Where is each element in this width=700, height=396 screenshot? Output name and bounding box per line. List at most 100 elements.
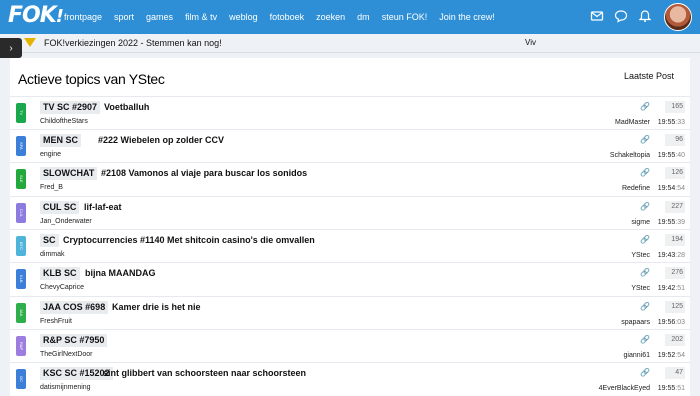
topic-row[interactable]: CUL CUL SC lif-laf-eat Jan_Onderwater 🔗 … xyxy=(10,196,690,230)
topic-title[interactable]: #222 Wiebelen op zolder CCV xyxy=(98,134,224,147)
topic-starter[interactable]: ChevyCaprice xyxy=(40,284,84,291)
link-icon[interactable]: 🔗 xyxy=(640,135,650,144)
logo-text: FOK xyxy=(8,3,57,28)
ticker-bar: FOK!verkiezingen 2022 - Stemmen kan nog!… xyxy=(14,35,700,53)
forum-label[interactable]: TV SC #2907 xyxy=(40,101,101,114)
sidebar-toggle-button[interactable]: › xyxy=(0,38,22,58)
bell-icon[interactable] xyxy=(638,9,652,23)
last-poster[interactable]: YStec xyxy=(631,285,650,292)
forum-badge: KLB xyxy=(16,269,26,289)
link-icon[interactable]: 🔗 xyxy=(640,102,650,111)
topic-row[interactable]: SPA MEN SC #222 Wiebelen op zolder CCV e… xyxy=(10,129,690,163)
forum-label[interactable]: MEN SC xyxy=(40,134,82,147)
nav-frontpage[interactable]: frontpage xyxy=(64,12,102,22)
topic-row[interactable]: TV TV SC #2907 Voetballuh ChildoftheStar… xyxy=(10,96,690,130)
topic-starter[interactable]: dimmak xyxy=(40,251,65,258)
fok-logo[interactable]: FOK! xyxy=(8,3,64,31)
topic-row[interactable]: JAA JAA COS #698 Kamer drie is het nie F… xyxy=(10,296,690,330)
topic-starter[interactable]: TheGirlNextDoor xyxy=(40,351,93,358)
last-poster[interactable]: Redefine xyxy=(622,185,650,192)
nav-weblog[interactable]: weblog xyxy=(229,12,258,22)
time-seconds: :54 xyxy=(675,185,685,192)
last-poster[interactable]: spapaars xyxy=(621,319,650,326)
forum-label[interactable]: R&P SC #7950 xyxy=(40,334,108,347)
last-poster[interactable]: sigme xyxy=(631,219,650,226)
topic-starter[interactable]: datismijnmening xyxy=(40,384,91,391)
ticker-message[interactable]: FOK!verkiezingen 2022 - Stemmen kan nog! xyxy=(44,38,222,48)
topic-title[interactable]: #2108 Vamonos al viaje para buscar los s… xyxy=(101,167,307,180)
topic-row[interactable]: GC KSC SC #15202 sint glibbert van schoo… xyxy=(10,362,690,396)
last-poster[interactable]: gianni61 xyxy=(624,352,650,359)
last-poster[interactable]: Schakeltopia xyxy=(610,152,650,159)
topic-starter[interactable]: Jan_Onderwater xyxy=(40,218,92,225)
link-icon[interactable]: 🔗 xyxy=(640,202,650,211)
ticker-right[interactable]: Viv xyxy=(525,38,536,47)
nav-dm[interactable]: dm xyxy=(357,12,370,22)
topic-title[interactable]: lif-laf-eat xyxy=(84,201,122,214)
forum-badge: JAA xyxy=(16,303,26,323)
forum-label[interactable]: CUL SC xyxy=(40,201,80,214)
link-icon[interactable]: 🔗 xyxy=(640,168,650,177)
forum-badge: GC xyxy=(16,369,26,389)
time-main: 19:43 xyxy=(657,252,676,259)
chat-icon[interactable] xyxy=(614,9,628,23)
time-seconds: :03 xyxy=(675,319,685,326)
topic-row[interactable]: BTC SC Cryptocurrencies #1140 Met shitco… xyxy=(10,229,690,263)
link-icon[interactable]: 🔗 xyxy=(640,235,650,244)
forum-label[interactable]: SC xyxy=(40,234,59,247)
forum-badge: SPA xyxy=(16,136,26,156)
top-navigation-bar: FOK! frontpage sport games film & tv web… xyxy=(0,0,700,34)
link-icon[interactable]: 🔗 xyxy=(640,268,650,277)
reply-count: 96 xyxy=(665,134,685,146)
nav-join-the-crew[interactable]: Join the crew! xyxy=(439,12,495,22)
last-poster[interactable]: MadMaster xyxy=(615,119,650,126)
nav-fotoboek[interactable]: fotoboek xyxy=(270,12,305,22)
topic-title[interactable]: Voetballuh xyxy=(104,101,149,114)
topic-row[interactable]: R&P R&P SC #7950 TheGirlNextDoor 🔗 202 g… xyxy=(10,329,690,363)
nav-zoeken[interactable]: zoeken xyxy=(316,12,345,22)
nav-steun-fok[interactable]: steun FOK! xyxy=(382,12,428,22)
last-post-time: 19:55:51 xyxy=(658,385,685,392)
link-icon[interactable]: 🔗 xyxy=(640,368,650,377)
topic-title[interactable]: bijna MAANDAG xyxy=(85,267,156,280)
time-main: 19:55 xyxy=(657,119,676,126)
forum-badge: TV xyxy=(16,103,26,123)
reply-count: 202 xyxy=(665,334,685,346)
topic-title[interactable]: Cryptocurrencies #1140 Met shitcoin casi… xyxy=(63,234,315,247)
topic-starter[interactable]: ChildoftheStars xyxy=(40,118,88,125)
topic-title[interactable]: sint glibbert van schoorsteen naar schoo… xyxy=(103,367,306,380)
topic-starter[interactable]: engine xyxy=(40,151,61,158)
forum-label[interactable]: SLOWCHAT xyxy=(40,167,98,180)
forum-label[interactable]: KLB SC xyxy=(40,267,80,280)
link-icon[interactable]: 🔗 xyxy=(640,335,650,344)
topic-starter[interactable]: FreshFruit xyxy=(40,318,72,325)
reply-count: 125 xyxy=(665,301,685,313)
time-main: 19:56 xyxy=(657,319,676,326)
time-seconds: :28 xyxy=(675,252,685,259)
last-poster[interactable]: YStec xyxy=(631,252,650,259)
user-avatar[interactable] xyxy=(664,3,692,31)
logo-bang: ! xyxy=(55,6,64,27)
page-title: Actieve topics van YStec xyxy=(18,71,165,87)
topics-panel: Actieve topics van YStec Laatste Post TV… xyxy=(10,58,690,396)
mail-icon[interactable] xyxy=(590,9,604,23)
nav-sport[interactable]: sport xyxy=(114,12,134,22)
time-seconds: :54 xyxy=(675,352,685,359)
nav-games[interactable]: games xyxy=(146,12,173,22)
time-seconds: :51 xyxy=(675,385,685,392)
nav-film-tv[interactable]: film & tv xyxy=(185,12,217,22)
forum-label[interactable]: KSC SC #15202 xyxy=(40,367,113,380)
topic-row[interactable]: SLE SLOWCHAT #2108 Vamonos al viaje para… xyxy=(10,162,690,196)
time-main: 19:55 xyxy=(657,152,676,159)
topic-row[interactable]: KLB KLB SC bijna MAANDAG ChevyCaprice 🔗 … xyxy=(10,262,690,296)
last-poster[interactable]: 4EverBlackEyed xyxy=(599,385,650,392)
reply-count: 227 xyxy=(665,201,685,213)
time-main: 19:52 xyxy=(657,352,676,359)
forum-label[interactable]: JAA COS #698 xyxy=(40,301,109,314)
last-post-time: 19:42:51 xyxy=(658,285,685,292)
topic-title[interactable]: Kamer drie is het nie xyxy=(112,301,201,314)
link-icon[interactable]: 🔗 xyxy=(640,302,650,311)
last-post-time: 19:55:33 xyxy=(658,119,685,126)
last-post-time: 19:55:40 xyxy=(658,152,685,159)
topic-starter[interactable]: Fred_B xyxy=(40,184,63,191)
